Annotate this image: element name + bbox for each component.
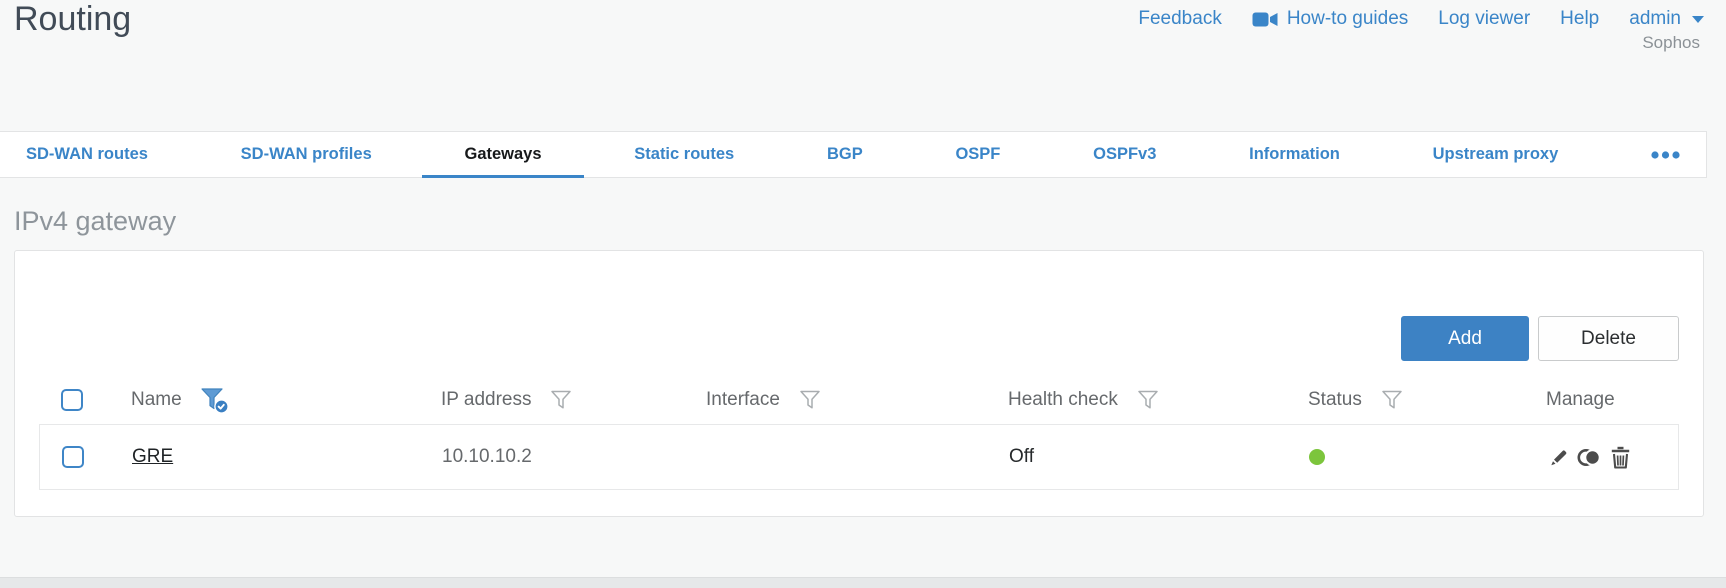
column-header-name: Name bbox=[131, 389, 182, 410]
tab-information[interactable]: Information bbox=[1249, 132, 1340, 177]
feedback-link[interactable]: Feedback bbox=[1138, 8, 1221, 30]
column-header-ip: IP address bbox=[441, 389, 532, 410]
table-row: GRE 10.10.10.2 Off bbox=[40, 425, 1678, 489]
video-camera-icon bbox=[1252, 12, 1278, 26]
gateway-table-card: Add Delete Name IP address Interface Hea… bbox=[14, 250, 1704, 517]
howto-guides-label: How-to guides bbox=[1286, 8, 1409, 29]
help-label: Help bbox=[1560, 8, 1600, 29]
tab-static-routes[interactable]: Static routes bbox=[634, 132, 734, 177]
funnel-icon[interactable] bbox=[1136, 388, 1160, 412]
log-viewer-link[interactable]: Log viewer bbox=[1438, 8, 1530, 30]
add-button[interactable]: Add bbox=[1401, 316, 1529, 361]
gateway-name-link[interactable]: GRE bbox=[132, 446, 173, 467]
tab-sdwan-profiles[interactable]: SD-WAN profiles bbox=[241, 132, 372, 177]
table-body: GRE 10.10.10.2 Off bbox=[39, 424, 1679, 490]
edit-icon[interactable] bbox=[1547, 446, 1570, 469]
tab-gateways[interactable]: Gateways bbox=[422, 132, 584, 178]
table-header-row: Name IP address Interface Health check S… bbox=[39, 378, 1679, 422]
more-tabs-button[interactable] bbox=[1651, 132, 1680, 177]
gateway-ip: 10.10.10.2 bbox=[442, 446, 532, 467]
user-menu[interactable]: admin bbox=[1629, 8, 1704, 30]
funnel-icon[interactable] bbox=[549, 388, 573, 412]
table-actions: Add Delete bbox=[1401, 316, 1679, 361]
user-menu-label: admin bbox=[1629, 8, 1681, 29]
tab-bgp[interactable]: BGP bbox=[827, 132, 863, 177]
brand-label: Sophos bbox=[1642, 33, 1700, 52]
column-header-manage: Manage bbox=[1546, 389, 1615, 410]
column-header-health-check: Health check bbox=[1008, 389, 1118, 410]
ellipsis-icon bbox=[1651, 150, 1680, 159]
column-header-interface: Interface bbox=[706, 389, 780, 410]
page-title: Routing bbox=[14, 0, 132, 38]
top-navigation: Feedback How-to guides Log viewer Help a… bbox=[1138, 8, 1704, 30]
howto-guides-link[interactable]: How-to guides bbox=[1252, 8, 1408, 30]
caret-down-icon bbox=[1692, 15, 1704, 23]
gateway-health-check: Off bbox=[1009, 446, 1034, 467]
funnel-icon[interactable] bbox=[798, 388, 822, 412]
log-viewer-label: Log viewer bbox=[1438, 8, 1531, 29]
feedback-link-label: Feedback bbox=[1138, 8, 1222, 29]
row-checkbox[interactable] bbox=[62, 446, 84, 468]
tab-sdwan-routes[interactable]: SD-WAN routes bbox=[26, 132, 148, 177]
select-all-checkbox[interactable] bbox=[61, 389, 83, 411]
page-bottom-strip bbox=[0, 577, 1726, 588]
column-header-status: Status bbox=[1308, 389, 1362, 410]
tab-ospfv3[interactable]: OSPFv3 bbox=[1093, 132, 1156, 177]
funnel-icon[interactable] bbox=[1380, 388, 1404, 412]
delete-icon[interactable] bbox=[1610, 446, 1631, 469]
delete-button[interactable]: Delete bbox=[1538, 316, 1679, 361]
manage-actions bbox=[1547, 446, 1678, 469]
tab-ospf[interactable]: OSPF bbox=[955, 132, 1000, 177]
clone-icon[interactable] bbox=[1577, 447, 1603, 468]
section-heading: IPv4 gateway bbox=[14, 206, 177, 236]
funnel-check-icon[interactable] bbox=[200, 387, 230, 414]
routing-tabbar: SD-WAN routes SD-WAN profiles Gateways S… bbox=[0, 131, 1707, 178]
help-link[interactable]: Help bbox=[1560, 8, 1599, 30]
status-dot bbox=[1309, 449, 1325, 465]
tab-upstream-proxy[interactable]: Upstream proxy bbox=[1433, 132, 1559, 177]
